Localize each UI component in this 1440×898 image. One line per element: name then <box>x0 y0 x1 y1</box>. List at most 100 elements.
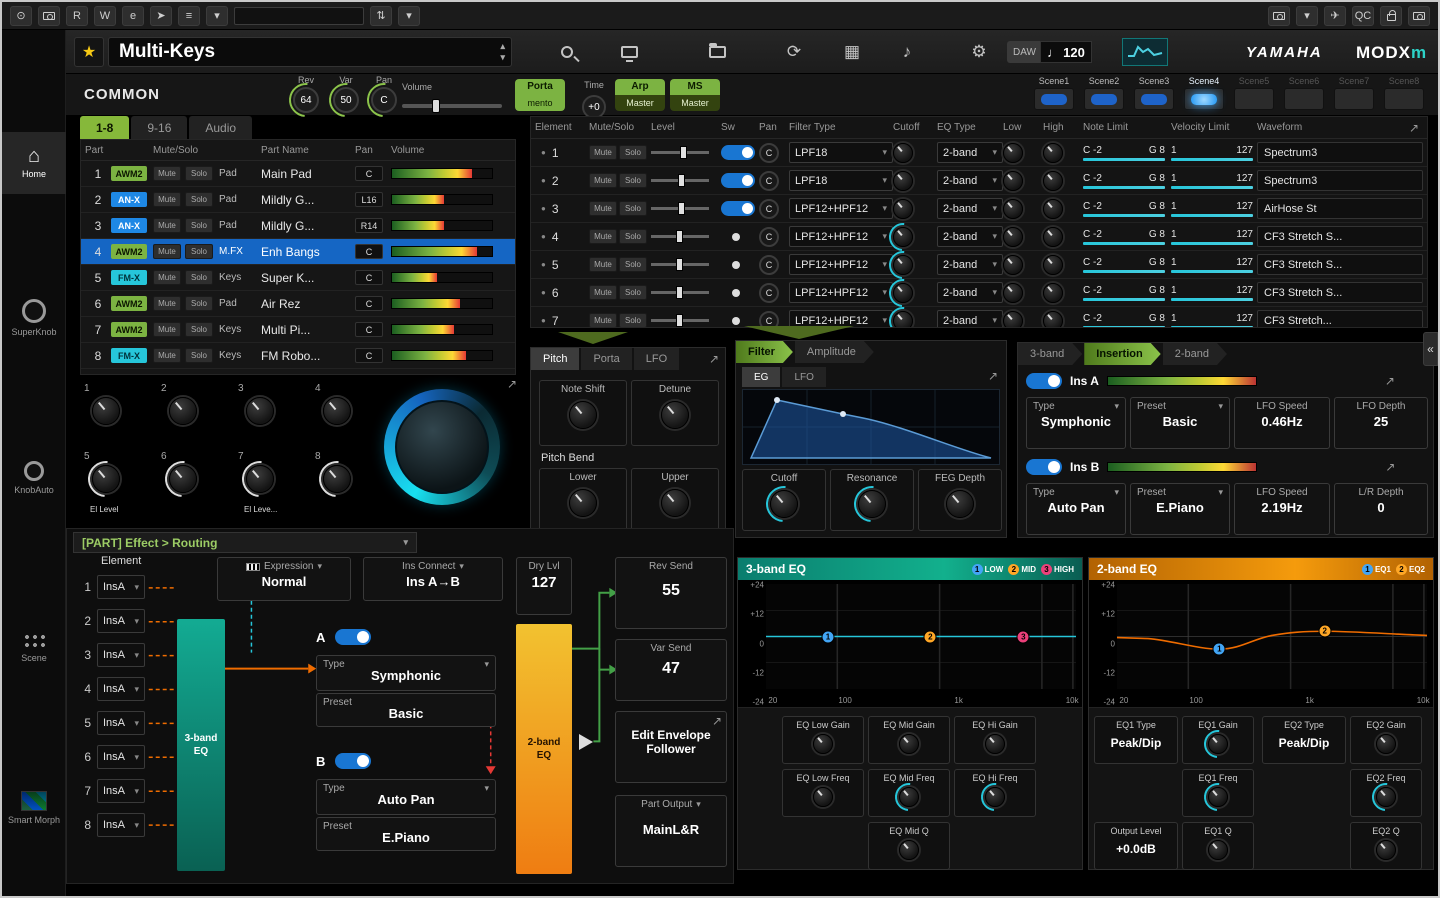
part-pan[interactable]: C <box>355 296 383 311</box>
ms-master-button[interactable]: MS Master <box>670 79 720 111</box>
part-pan[interactable]: R14 <box>355 218 383 233</box>
solo-button[interactable]: Solo <box>185 296 213 311</box>
velocity-limit[interactable]: 1127 <box>1171 313 1253 329</box>
eq-knob[interactable] <box>813 787 833 807</box>
feg-depth-knob[interactable] <box>946 490 974 518</box>
eq-low-knob[interactable] <box>1003 283 1023 303</box>
filter-type-dropdown[interactable]: LPF12+HPF12▾ <box>789 254 893 275</box>
scene-pad[interactable] <box>1284 88 1324 110</box>
scene-pad[interactable] <box>1134 88 1174 110</box>
element-solo-button[interactable]: Solo <box>619 313 647 328</box>
cutoff-knob[interactable] <box>893 171 913 191</box>
waveform-button[interactable]: CF3 Stretch S... <box>1257 226 1423 247</box>
element-row[interactable]: ●1 Mute Solo C LPF18▾ 2-band▾ C -2G 8 11… <box>531 139 1427 167</box>
eq-high-knob[interactable] <box>1043 171 1063 191</box>
eq-high-knob[interactable] <box>1043 227 1063 247</box>
element-ins-dropdown[interactable]: InsA▾ <box>97 711 145 735</box>
part-row[interactable]: 6 AWM2 Mute Solo Pad Air Rez C <box>81 291 515 317</box>
eq-high-knob[interactable] <box>1043 283 1063 303</box>
part-pan[interactable]: L16 <box>355 192 383 207</box>
search-button[interactable] <box>552 38 582 66</box>
eq-type-dropdown[interactable]: 2-band▾ <box>937 198 1003 219</box>
bend-upper-knob[interactable] <box>661 489 689 517</box>
tray-caret-icon[interactable]: ▾ <box>1296 6 1318 26</box>
part-row[interactable]: 1 AWM2 Mute Solo Pad Main Pad C <box>81 161 515 187</box>
element-pan-knob[interactable]: C <box>759 283 779 303</box>
level-thumb[interactable] <box>676 258 683 271</box>
filter-type-dropdown[interactable]: LPF12+HPF12▾ <box>789 226 893 247</box>
element-pan-knob[interactable]: C <box>759 143 779 163</box>
element-pan-knob[interactable]: C <box>759 311 779 329</box>
element-level-slider[interactable] <box>651 151 709 154</box>
scene-pad[interactable] <box>1334 88 1374 110</box>
eq-knob[interactable] <box>899 787 919 807</box>
assign-knob-1[interactable] <box>92 397 120 425</box>
element-switch[interactable] <box>721 313 755 328</box>
eq-band-marker[interactable]: 2 <box>924 630 937 643</box>
mute-button[interactable]: Mute <box>153 192 181 207</box>
routing-ins-a-toggle[interactable] <box>335 629 371 645</box>
part-name[interactable]: Air Rez <box>261 297 355 311</box>
screenshot-icon[interactable] <box>38 6 60 26</box>
eq-band-marker[interactable]: 2 <box>1318 625 1331 638</box>
filter-tab[interactable]: Filter <box>736 341 793 363</box>
element-pan-knob[interactable]: C <box>759 171 779 191</box>
spinner-down-icon[interactable]: ▾ <box>500 52 505 63</box>
scene-button[interactable]: Scene3 <box>1132 76 1176 110</box>
velocity-limit[interactable]: 1127 <box>1171 285 1253 301</box>
filter-type-dropdown[interactable]: LPF12+HPF12▾ <box>789 198 893 219</box>
camera-tray-icon[interactable] <box>1408 6 1430 26</box>
scene-pad[interactable] <box>1384 88 1424 110</box>
expression-dropdown[interactable]: Expression▾ Normal <box>217 557 351 601</box>
sidebar-item-knobauto[interactable]: KnobAuto <box>2 447 66 509</box>
part-tab[interactable]: Audio <box>189 116 252 139</box>
scene-button[interactable]: Scene5 <box>1232 76 1276 110</box>
favorite-button[interactable]: ★ <box>74 37 104 67</box>
daw-chip[interactable]: DAW <box>1007 41 1042 63</box>
arp-master-button[interactable]: Arp Master <box>615 79 665 111</box>
eq-knob[interactable] <box>899 840 919 860</box>
eq1-q-knob[interactable] <box>1208 840 1228 860</box>
three-band-tab[interactable]: 3-band <box>1018 343 1082 365</box>
cutoff-knob[interactable] <box>893 283 913 303</box>
element-level-slider[interactable] <box>651 207 709 210</box>
routing-a-preset-box[interactable]: Preset Basic <box>316 693 496 727</box>
scene-pad[interactable] <box>1084 88 1124 110</box>
rev-knob[interactable]: 64 <box>293 87 319 113</box>
battery-icon[interactable] <box>1268 6 1290 26</box>
part-name[interactable]: Mildly G... <box>261 193 355 207</box>
solo-button[interactable]: Solo <box>185 322 213 337</box>
assign-knob-8[interactable] <box>323 465 351 493</box>
eq-low-knob[interactable] <box>1003 227 1023 247</box>
part-row[interactable]: 5 FM-X Mute Solo Keys Super K... C <box>81 265 515 291</box>
assign-knob-3[interactable] <box>246 397 274 425</box>
level-thumb[interactable] <box>676 230 683 243</box>
eq1-freq-knob[interactable] <box>1208 787 1228 807</box>
element-ins-dropdown[interactable]: InsA▾ <box>97 575 145 599</box>
element-ins-dropdown[interactable]: InsA▾ <box>97 609 145 633</box>
scene-pad[interactable] <box>1034 88 1074 110</box>
scene-button[interactable]: Scene7 <box>1332 76 1376 110</box>
menu-caret2-icon[interactable]: ▾ <box>398 6 420 26</box>
element-row[interactable]: ●5 Mute Solo C LPF12+HPF12▾ 2-band▾ C -2… <box>531 251 1427 279</box>
waveform-button[interactable]: AirHose St <box>1257 198 1423 219</box>
element-solo-button[interactable]: Solo <box>619 173 647 188</box>
part-pan[interactable]: C <box>355 322 383 337</box>
part-volume-meter[interactable] <box>391 194 493 205</box>
routing-ins-b-toggle[interactable] <box>335 753 371 769</box>
mute-button[interactable]: Mute <box>153 166 181 181</box>
part-pan[interactable]: C <box>355 270 383 285</box>
part-row[interactable]: 8 FM-X Mute Solo Keys FM Robo... C <box>81 343 515 369</box>
rev-send-box[interactable]: Rev Send 55 <box>615 557 727 629</box>
element-switch[interactable] <box>721 257 755 272</box>
scene-pad[interactable] <box>1234 88 1274 110</box>
filter-type-dropdown[interactable]: LPF18▾ <box>789 170 893 191</box>
eq-type-dropdown[interactable]: 2-band▾ <box>937 226 1003 247</box>
ins-b-lr-depth-box[interactable]: L/R Depth 0 <box>1334 483 1428 535</box>
element-level-slider[interactable] <box>651 179 709 182</box>
element-switch[interactable] <box>721 229 755 244</box>
dry-level-box[interactable]: Dry Lvl 127 <box>516 557 572 615</box>
solo-button[interactable]: Solo <box>185 166 213 181</box>
eq-low-knob[interactable] <box>1003 255 1023 275</box>
ins-b-preset-box[interactable]: Preset▾ E.Piano <box>1130 483 1230 535</box>
